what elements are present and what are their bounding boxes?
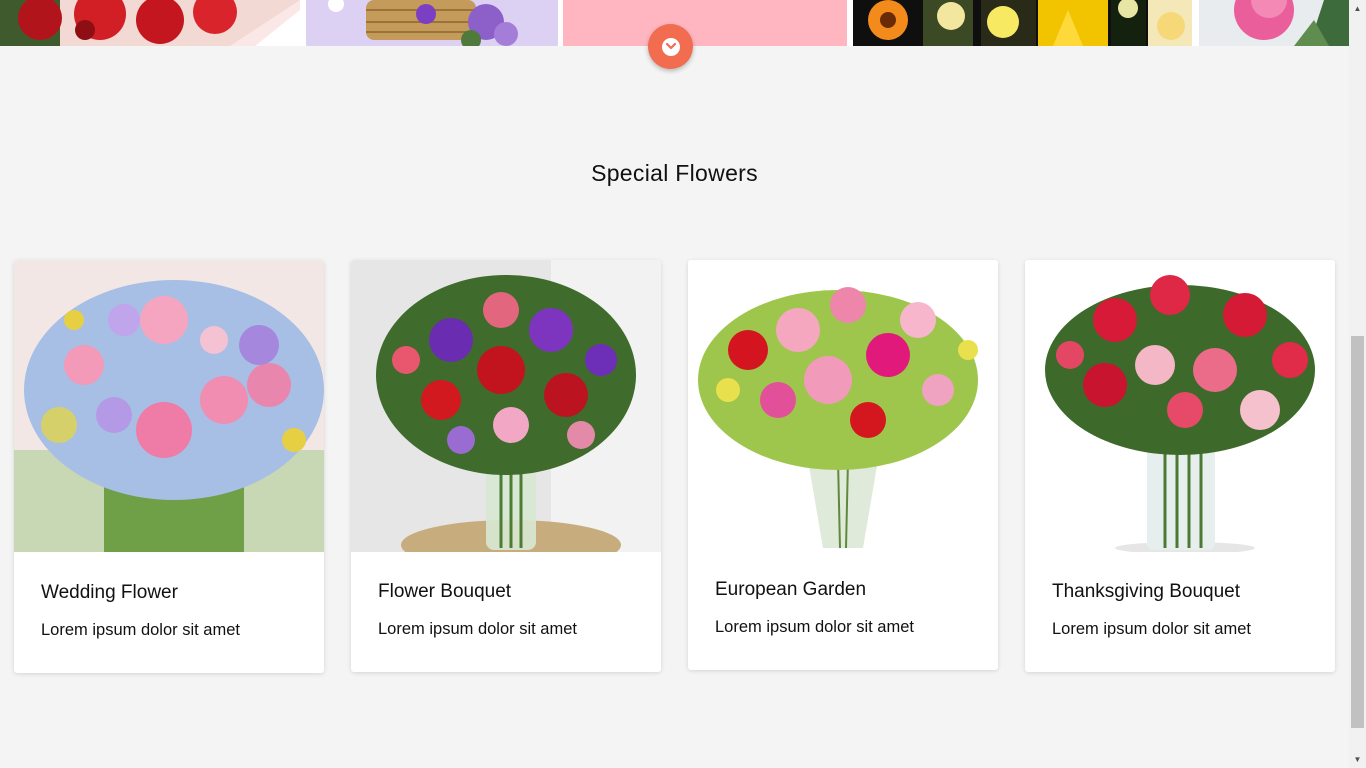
card-title[interactable]: European Garden <box>715 579 866 601</box>
card-title[interactable]: Wedding Flower <box>41 582 178 604</box>
card-description: Lorem ipsum dolor sit amet <box>41 621 240 639</box>
page-scrollbar[interactable]: ▲ ▼ <box>1349 0 1366 768</box>
thanksgiving-bouquet-image[interactable] <box>1025 260 1335 552</box>
chevron-down-icon <box>661 37 680 56</box>
flower-bouquet-image[interactable] <box>351 260 661 552</box>
scrollbar-thumb[interactable] <box>1351 336 1364 728</box>
pink-banner-image <box>563 0 847 46</box>
scroll-down-button[interactable] <box>648 24 693 69</box>
scroll-down-arrow-icon[interactable]: ▼ <box>1349 751 1366 768</box>
card-title[interactable]: Flower Bouquet <box>378 581 511 603</box>
section-title: Special Flowers <box>591 160 758 186</box>
card-title[interactable]: Thanksgiving Bouquet <box>1052 581 1240 603</box>
card-description: Lorem ipsum dolor sit amet <box>715 618 914 636</box>
card-description: Lorem ipsum dolor sit amet <box>378 620 577 638</box>
scroll-up-arrow-icon[interactable]: ▲ <box>1349 0 1366 17</box>
european-garden-image[interactable] <box>688 260 998 552</box>
product-card-wedding-flower[interactable]: Wedding Flower Lorem ipsum dolor sit ame… <box>14 260 324 673</box>
flower-basket-image <box>306 0 558 46</box>
flower-collage-image <box>853 0 1192 46</box>
product-card-european-garden[interactable]: European Garden Lorem ipsum dolor sit am… <box>688 260 998 670</box>
product-card-thanksgiving-bouquet[interactable]: Thanksgiving Bouquet Lorem ipsum dolor s… <box>1025 260 1335 672</box>
roses-image <box>0 0 300 46</box>
product-card-flower-bouquet[interactable]: Flower Bouquet Lorem ipsum dolor sit ame… <box>351 260 661 672</box>
peony-image <box>1199 0 1349 46</box>
wedding-flower-image[interactable] <box>14 260 324 552</box>
card-description: Lorem ipsum dolor sit amet <box>1052 620 1251 638</box>
